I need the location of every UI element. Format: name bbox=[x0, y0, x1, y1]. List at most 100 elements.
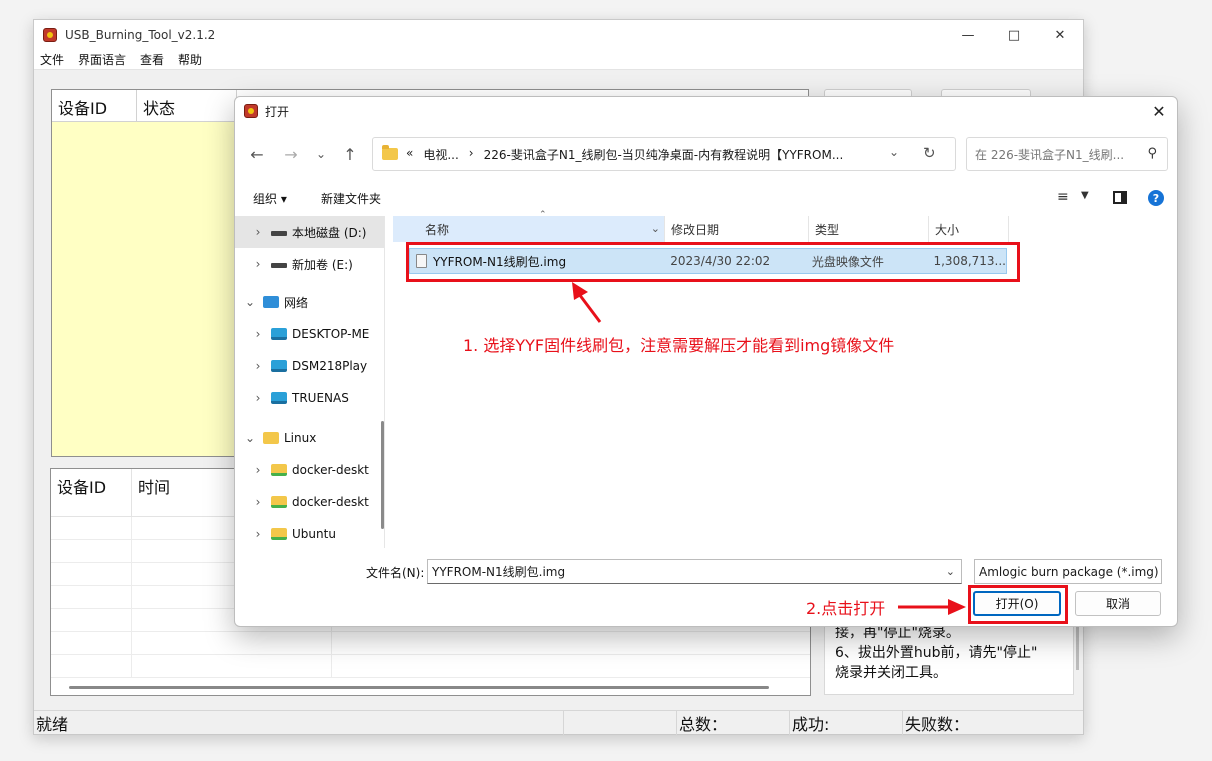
menu-language[interactable]: 界面语言 bbox=[78, 51, 126, 68]
dialog-toolbar: 组织 ▾ 新建文件夹 ≡ ▼ ? bbox=[235, 185, 1177, 211]
sidebar-scrollbar[interactable] bbox=[381, 421, 384, 529]
sidebar-item-linux[interactable]: ⌄ Linux bbox=[235, 422, 384, 454]
file-highlight-box bbox=[406, 242, 1020, 282]
help-icon[interactable]: ? bbox=[1148, 190, 1164, 206]
sidebar-item-desktop-me[interactable]: › DESKTOP-ME bbox=[235, 318, 384, 350]
filename-row: 文件名(N): YYFROM-N1线刷包.img ⌄ Amlogic burn … bbox=[235, 559, 1177, 585]
recent-chevron-down-icon[interactable]: ⌄ bbox=[311, 147, 331, 161]
chevron-right-icon[interactable]: › bbox=[251, 463, 265, 477]
tool-menubar: 文件 界面语言 查看 帮助 bbox=[34, 50, 1083, 70]
chevron-right-icon[interactable]: › bbox=[251, 257, 265, 271]
organize-button[interactable]: 组织 ▾ bbox=[253, 190, 287, 207]
view-dropdown-icon[interactable]: ▼ bbox=[1081, 190, 1089, 201]
tool-titlebar: USB_Burning_Tool_v2.1.2 — □ ✕ bbox=[34, 20, 1083, 50]
sidebar-item-label: DESKTOP-ME bbox=[292, 327, 370, 341]
chevron-right-icon[interactable]: › bbox=[251, 495, 265, 509]
sidebar-item-label: DSM218Play bbox=[292, 359, 368, 373]
column-filter-chevron-icon[interactable]: ⌄ bbox=[651, 222, 660, 235]
status-total: 总数： bbox=[677, 710, 790, 735]
menu-view[interactable]: 查看 bbox=[140, 51, 164, 68]
filename-label: 文件名(N): bbox=[366, 566, 425, 580]
column-size[interactable]: 大小 bbox=[929, 216, 1009, 242]
folder-icon bbox=[382, 145, 398, 160]
address-segment-current[interactable]: 226-斐讯盒子N1_线刷包-当贝纯净桌面-内有教程说明【YYFROM... bbox=[484, 146, 844, 163]
chevron-right-icon[interactable]: › bbox=[251, 391, 265, 405]
navigation-pane[interactable]: › 本地磁盘 (D:) › 新加卷 (E:) ⌄ 网络 › DESKTOP-ME… bbox=[235, 216, 385, 548]
app-logo-icon bbox=[43, 28, 57, 42]
search-placeholder: 在 226-斐讯盒子N1_线刷... bbox=[975, 147, 1125, 162]
annotation-step-1: 1. 选择YYF固件线刷包，注意需要解压才能看到img镜像文件 bbox=[463, 336, 895, 355]
computer-icon bbox=[271, 328, 287, 340]
status-success: 成功: bbox=[790, 710, 903, 735]
device-status-header[interactable]: 状态 bbox=[137, 90, 237, 121]
search-input[interactable]: 在 226-斐讯盒子N1_线刷... ⚲ bbox=[966, 137, 1168, 171]
filename-dropdown-icon[interactable]: ⌄ bbox=[946, 565, 955, 578]
open-button-highlight-box bbox=[968, 585, 1068, 624]
up-arrow-icon[interactable]: ↑ bbox=[340, 145, 360, 164]
computer-icon bbox=[271, 360, 287, 372]
log-device-id-header[interactable]: 设备ID bbox=[51, 469, 132, 516]
column-name[interactable]: ⌃ 名称 ⌄ bbox=[393, 210, 665, 242]
column-type[interactable]: 类型 bbox=[809, 216, 929, 242]
menu-file[interactable]: 文件 bbox=[40, 51, 64, 68]
dialog-titlebar: 打开 ✕ bbox=[235, 97, 1177, 125]
refresh-icon[interactable]: ↻ bbox=[923, 144, 936, 162]
sidebar-item-label: TRUENAS bbox=[292, 391, 349, 405]
sort-up-icon: ⌃ bbox=[539, 210, 547, 220]
address-overflow[interactable]: « bbox=[406, 146, 413, 163]
sidebar-item-network[interactable]: ⌄ 网络 bbox=[235, 286, 384, 318]
sidebar-item-label: docker-deskt bbox=[292, 495, 369, 509]
computer-icon bbox=[271, 392, 287, 404]
tool-statusbar: 就绪 总数： 成功: 失败数： bbox=[34, 710, 1083, 735]
sidebar-item-docker-desktop-1[interactable]: › docker-deskt bbox=[235, 454, 384, 486]
sidebar-item-dsm218play[interactable]: › DSM218Play bbox=[235, 350, 384, 382]
instruction-line: 烧录并关闭工具。 bbox=[835, 665, 947, 681]
chevron-right-icon[interactable]: › bbox=[251, 225, 265, 239]
chevron-right-icon[interactable]: › bbox=[251, 327, 265, 341]
maximize-icon[interactable]: □ bbox=[991, 20, 1037, 50]
annotation-step-2: 2.点击打开 bbox=[806, 599, 886, 618]
instruction-line: 6、拔出外置hub前，请先"停止" bbox=[835, 645, 1038, 661]
device-id-header[interactable]: 设备ID bbox=[52, 90, 137, 121]
tool-window-title: USB_Burning_Tool_v2.1.2 bbox=[65, 28, 216, 42]
chevron-down-icon[interactable]: ⌄ bbox=[243, 431, 257, 445]
chevron-down-icon[interactable]: ⌄ bbox=[243, 295, 257, 309]
chevron-right-icon[interactable]: › bbox=[251, 359, 265, 373]
open-file-dialog: 打开 ✕ ← → ⌄ ↑ « 电视... › 226-斐讯盒子N1_线刷包-当贝… bbox=[234, 96, 1178, 627]
close-icon[interactable]: ✕ bbox=[1037, 20, 1083, 50]
minimize-icon[interactable]: — bbox=[945, 20, 991, 50]
sidebar-item-label: 网络 bbox=[284, 295, 309, 310]
status-fail: 失败数： bbox=[905, 714, 970, 734]
address-dropdown-icon[interactable]: ⌄ bbox=[889, 145, 899, 159]
filename-value: YYFROM-N1线刷包.img bbox=[432, 565, 566, 579]
dialog-close-icon[interactable]: ✕ bbox=[1147, 99, 1171, 123]
sidebar-item-label: docker-deskt bbox=[292, 463, 369, 477]
dialog-title: 打开 bbox=[265, 104, 290, 119]
folder-icon bbox=[263, 432, 279, 444]
address-bar[interactable]: « 电视... › 226-斐讯盒子N1_线刷包-当贝纯净桌面-内有教程说明【Y… bbox=[372, 137, 956, 171]
sidebar-item-volume-e[interactable]: › 新加卷 (E:) bbox=[235, 248, 384, 280]
preview-pane-icon[interactable] bbox=[1113, 191, 1127, 204]
chevron-right-icon[interactable]: › bbox=[251, 527, 265, 541]
sidebar-item-local-disk-d[interactable]: › 本地磁盘 (D:) bbox=[235, 216, 384, 248]
arrow-to-open-button-icon bbox=[898, 599, 966, 615]
sidebar-item-label: 本地磁盘 (D:) bbox=[292, 225, 367, 240]
sidebar-item-truenas[interactable]: › TRUENAS bbox=[235, 382, 384, 414]
drive-icon bbox=[271, 231, 287, 236]
view-list-icon[interactable]: ≡ bbox=[1057, 189, 1069, 205]
address-segment[interactable]: 电视... bbox=[423, 146, 458, 163]
search-icon[interactable]: ⚲ bbox=[1147, 146, 1157, 161]
cancel-button[interactable]: 取消 bbox=[1075, 591, 1161, 616]
sidebar-item-ubuntu[interactable]: › Ubuntu bbox=[235, 518, 384, 548]
filename-input[interactable]: YYFROM-N1线刷包.img ⌄ bbox=[427, 559, 962, 584]
back-arrow-icon[interactable]: ← bbox=[247, 145, 267, 164]
new-folder-button[interactable]: 新建文件夹 bbox=[321, 190, 381, 207]
log-horizontal-scrollbar[interactable] bbox=[69, 686, 769, 689]
forward-arrow-icon[interactable]: → bbox=[281, 145, 301, 164]
filetype-value: Amlogic burn package (*.img) bbox=[979, 564, 1159, 579]
column-date[interactable]: 修改日期 bbox=[665, 216, 809, 242]
sidebar-item-docker-desktop-2[interactable]: › docker-deskt bbox=[235, 486, 384, 518]
filetype-select[interactable]: Amlogic burn package (*.img) bbox=[974, 559, 1162, 584]
address-separator: › bbox=[468, 145, 474, 160]
menu-help[interactable]: 帮助 bbox=[178, 51, 202, 68]
